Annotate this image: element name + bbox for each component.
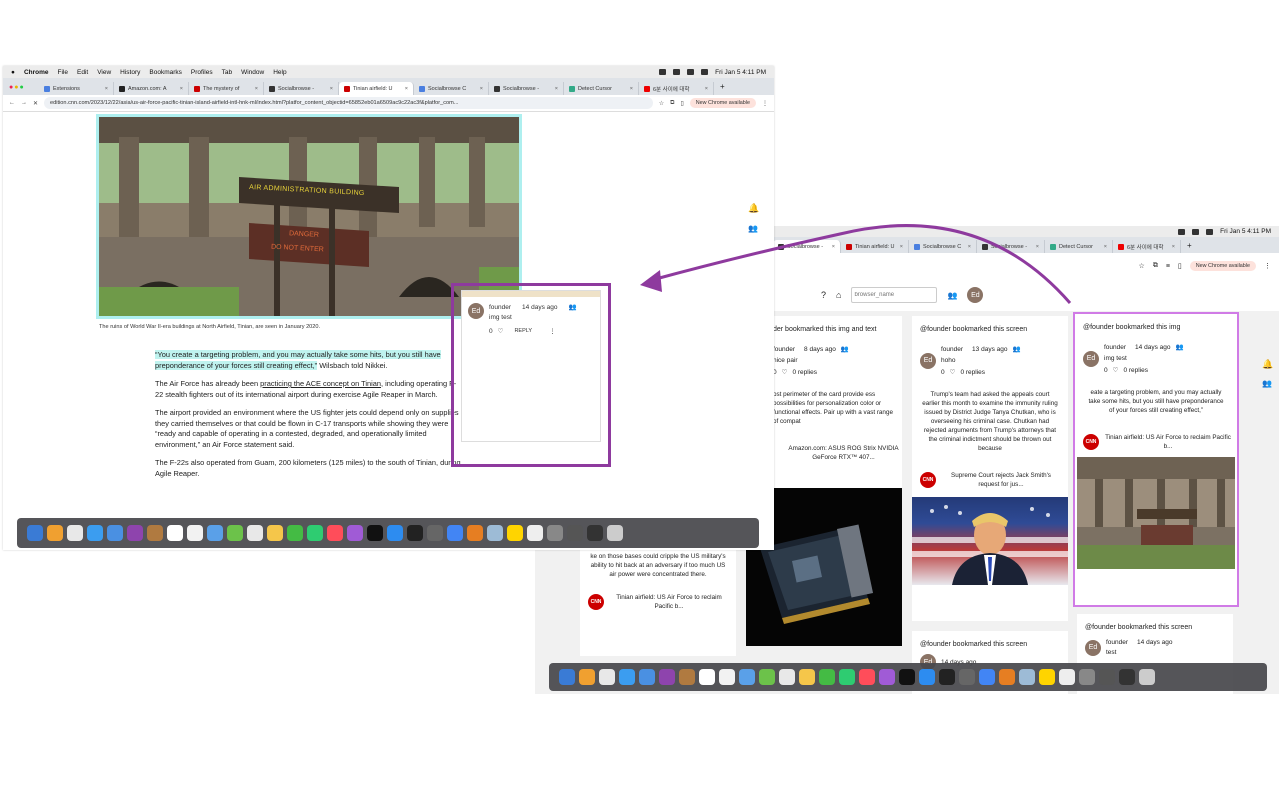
annotation-arrow [640, 224, 1072, 304]
